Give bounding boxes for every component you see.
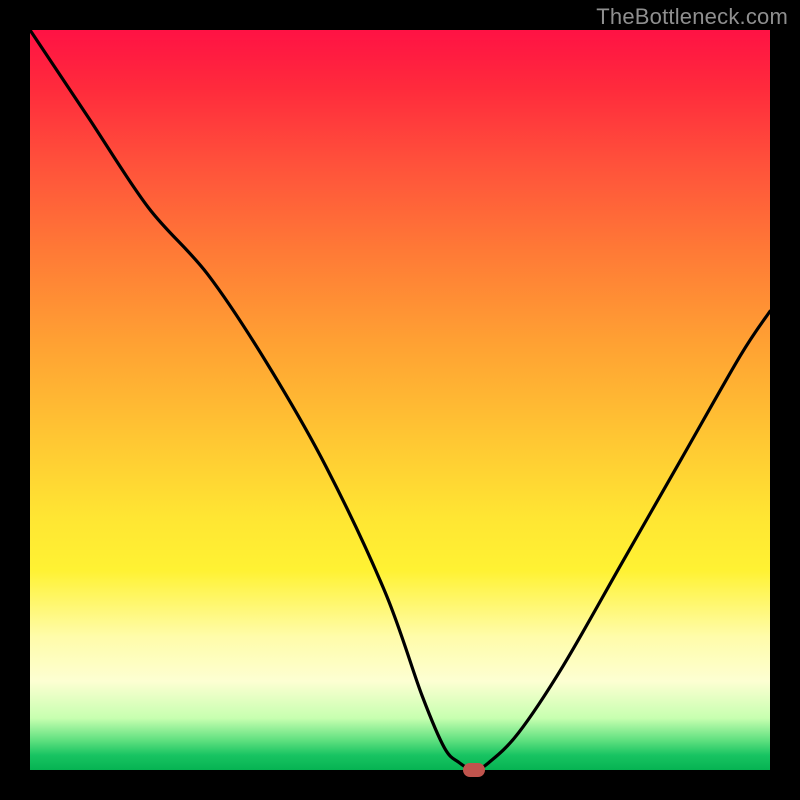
chart-frame: TheBottleneck.com (0, 0, 800, 800)
minimum-marker (463, 763, 485, 777)
watermark-text: TheBottleneck.com (596, 4, 788, 30)
bottleneck-curve-line (30, 30, 770, 770)
bottleneck-curve-svg (30, 30, 770, 770)
